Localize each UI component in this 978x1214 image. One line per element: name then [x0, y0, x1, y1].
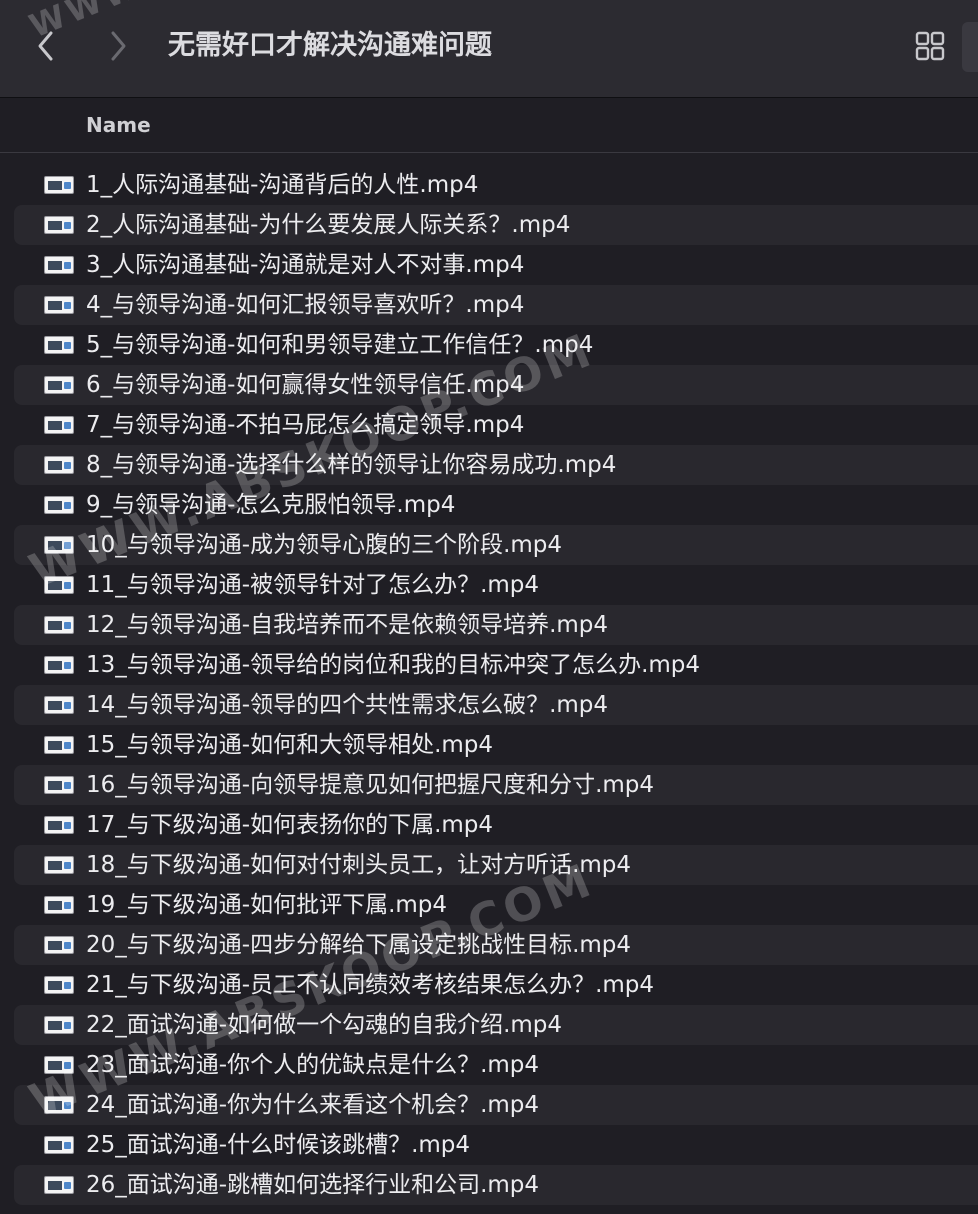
video-file-icon: [44, 536, 74, 554]
file-name: 15_与领导沟通-如何和大领导相处.mp4: [86, 732, 494, 758]
video-file-icon: [44, 256, 74, 274]
video-file-icon: [44, 896, 74, 914]
list-item[interactable]: 16_与领导沟通-向领导提意见如何把握尺度和分寸.mp4: [14, 765, 978, 805]
video-file-icon: [44, 416, 74, 434]
file-name: 2_人际沟通基础-为什么要发展人际关系？.mp4: [86, 212, 571, 238]
forward-button[interactable]: [98, 24, 138, 68]
chevron-left-icon: [38, 31, 53, 61]
file-name: 22_面试沟通-如何做一个勾魂的自我介绍.mp4: [86, 1012, 563, 1038]
file-name: 6_与领导沟通-如何赢得女性领导信任.mp4: [86, 372, 525, 398]
file-name: 5_与领导沟通-如何和男领导建立工作信任？.mp4: [86, 332, 594, 358]
chevron-right-icon: [111, 31, 126, 61]
file-name: 23_面试沟通-你个人的优缺点是什么？.mp4: [86, 1052, 540, 1078]
grid-view-button[interactable]: [910, 26, 950, 66]
file-name: 7_与领导沟通-不拍马屁怎么搞定领导.mp4: [86, 412, 525, 438]
video-file-icon: [44, 1096, 74, 1114]
column-header-name[interactable]: Name: [86, 99, 151, 151]
file-name: 9_与领导沟通-怎么克服怕领导.mp4: [86, 492, 456, 518]
video-file-icon: [44, 496, 74, 514]
list-item[interactable]: 5_与领导沟通-如何和男领导建立工作信任？.mp4: [14, 325, 978, 365]
file-name: 19_与下级沟通-如何批评下属.mp4: [86, 892, 448, 918]
file-name: 21_与下级沟通-员工不认同绩效考核结果怎么办？.mp4: [86, 972, 655, 998]
file-name: 17_与下级沟通-如何表扬你的下属.mp4: [86, 812, 494, 838]
video-file-icon: [44, 576, 74, 594]
video-file-icon: [44, 1056, 74, 1074]
list-item[interactable]: 24_面试沟通-你为什么来看这个机会？.mp4: [14, 1085, 978, 1125]
video-file-icon: [44, 696, 74, 714]
list-item[interactable]: 12_与领导沟通-自我培养而不是依赖领导培养.mp4: [14, 605, 978, 645]
list-item[interactable]: 7_与领导沟通-不拍马屁怎么搞定领导.mp4: [14, 405, 978, 445]
list-item[interactable]: 11_与领导沟通-被领导针对了怎么办？.mp4: [14, 565, 978, 605]
file-name: 18_与下级沟通-如何对付刺头员工，让对方听话.mp4: [86, 852, 632, 878]
list-item[interactable]: 4_与领导沟通-如何汇报领导喜欢听？.mp4: [14, 285, 978, 325]
file-name: 10_与领导沟通-成为领导心腹的三个阶段.mp4: [86, 532, 563, 558]
file-name: 3_人际沟通基础-沟通就是对人不对事.mp4: [86, 252, 525, 278]
file-name: 13_与领导沟通-领导给的岗位和我的目标冲突了怎么办.mp4: [86, 652, 701, 678]
window-toolbar: 无需好口才解决沟通难问题: [0, 0, 978, 98]
video-file-icon: [44, 376, 74, 394]
video-file-icon: [44, 936, 74, 954]
file-name: 26_面试沟通-跳槽如何选择行业和公司.mp4: [86, 1172, 540, 1198]
list-item[interactable]: 6_与领导沟通-如何赢得女性领导信任.mp4: [14, 365, 978, 405]
list-item[interactable]: 25_面试沟通-什么时候该跳槽？.mp4: [14, 1125, 978, 1165]
list-item[interactable]: 21_与下级沟通-员工不认同绩效考核结果怎么办？.mp4: [14, 965, 978, 1005]
file-name: 24_面试沟通-你为什么来看这个机会？.mp4: [86, 1092, 540, 1118]
list-item[interactable]: 14_与领导沟通-领导的四个共性需求怎么破？.mp4: [14, 685, 978, 725]
list-item[interactable]: 13_与领导沟通-领导给的岗位和我的目标冲突了怎么办.mp4: [14, 645, 978, 685]
window-title: 无需好口才解决沟通难问题: [168, 30, 492, 61]
video-file-icon: [44, 976, 74, 994]
video-file-icon: [44, 776, 74, 794]
video-file-icon: [44, 616, 74, 634]
toolbar-edge: [962, 22, 978, 72]
list-item[interactable]: 1_人际沟通基础-沟通背后的人性.mp4: [14, 165, 978, 205]
video-file-icon: [44, 176, 74, 194]
list-item[interactable]: 8_与领导沟通-选择什么样的领导让你容易成功.mp4: [14, 445, 978, 485]
list-item[interactable]: 9_与领导沟通-怎么克服怕领导.mp4: [14, 485, 978, 525]
list-header: Name: [0, 99, 978, 153]
video-file-icon: [44, 1176, 74, 1194]
file-name: 8_与领导沟通-选择什么样的领导让你容易成功.mp4: [86, 452, 617, 478]
video-file-icon: [44, 656, 74, 674]
video-file-icon: [44, 816, 74, 834]
file-name: 12_与领导沟通-自我培养而不是依赖领导培养.mp4: [86, 612, 609, 638]
list-item[interactable]: 18_与下级沟通-如何对付刺头员工，让对方听话.mp4: [14, 845, 978, 885]
list-item[interactable]: 19_与下级沟通-如何批评下属.mp4: [14, 885, 978, 925]
video-file-icon: [44, 856, 74, 874]
file-name: 4_与领导沟通-如何汇报领导喜欢听？.mp4: [86, 292, 525, 318]
video-file-icon: [44, 456, 74, 474]
file-name: 16_与领导沟通-向领导提意见如何把握尺度和分寸.mp4: [86, 772, 655, 798]
list-item[interactable]: 3_人际沟通基础-沟通就是对人不对事.mp4: [14, 245, 978, 285]
file-list: 1_人际沟通基础-沟通背后的人性.mp4 2_人际沟通基础-为什么要发展人际关系？…: [0, 165, 978, 1205]
video-file-icon: [44, 736, 74, 754]
video-file-icon: [44, 1016, 74, 1034]
back-button[interactable]: [26, 24, 66, 68]
file-name: 14_与领导沟通-领导的四个共性需求怎么破？.mp4: [86, 692, 609, 718]
list-item[interactable]: 22_面试沟通-如何做一个勾魂的自我介绍.mp4: [14, 1005, 978, 1045]
video-file-icon: [44, 336, 74, 354]
list-item[interactable]: 20_与下级沟通-四步分解给下属设定挑战性目标.mp4: [14, 925, 978, 965]
video-file-icon: [44, 296, 74, 314]
video-file-icon: [44, 1136, 74, 1154]
list-item[interactable]: 23_面试沟通-你个人的优缺点是什么？.mp4: [14, 1045, 978, 1085]
file-name: 1_人际沟通基础-沟通背后的人性.mp4: [86, 172, 479, 198]
file-name: 25_面试沟通-什么时候该跳槽？.mp4: [86, 1132, 471, 1158]
list-item[interactable]: 17_与下级沟通-如何表扬你的下属.mp4: [14, 805, 978, 845]
list-item[interactable]: 15_与领导沟通-如何和大领导相处.mp4: [14, 725, 978, 765]
list-item[interactable]: 26_面试沟通-跳槽如何选择行业和公司.mp4: [14, 1165, 978, 1205]
video-file-icon: [44, 216, 74, 234]
list-item[interactable]: 2_人际沟通基础-为什么要发展人际关系？.mp4: [14, 205, 978, 245]
file-name: 11_与领导沟通-被领导针对了怎么办？.mp4: [86, 572, 540, 598]
list-item[interactable]: 10_与领导沟通-成为领导心腹的三个阶段.mp4: [14, 525, 978, 565]
grid-view-icon: [915, 31, 945, 61]
file-name: 20_与下级沟通-四步分解给下属设定挑战性目标.mp4: [86, 932, 632, 958]
